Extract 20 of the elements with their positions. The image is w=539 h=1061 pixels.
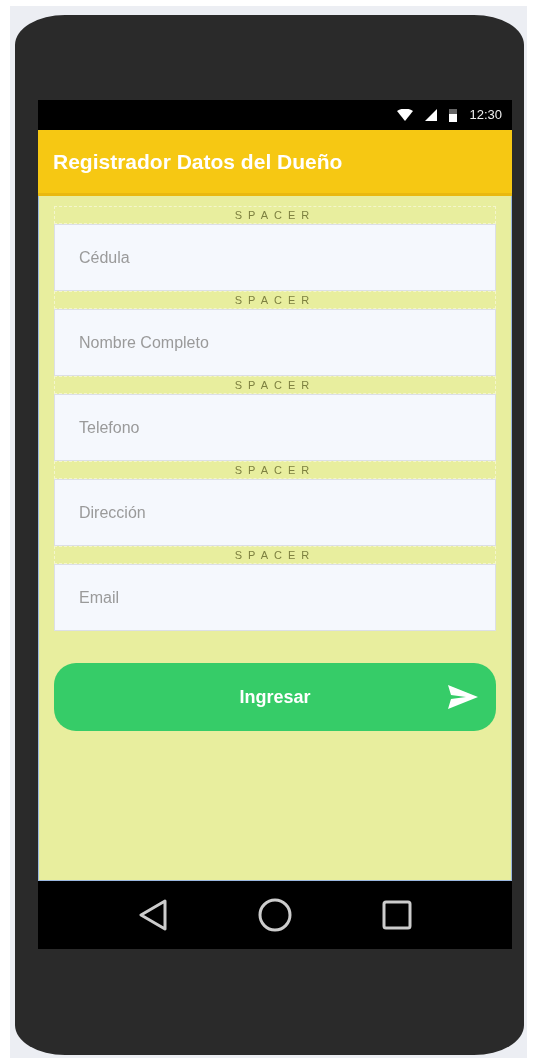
status-time: 12:30: [469, 106, 502, 125]
back-icon[interactable]: [138, 899, 168, 931]
input-field[interactable]: Email: [54, 564, 496, 631]
spacer-label: SPACER: [234, 464, 316, 476]
spacer-label: SPACER: [234, 209, 316, 221]
app-title: Registrador Datos del Dueño: [53, 148, 343, 175]
send-icon: [448, 685, 478, 709]
input-field[interactable]: Dirección: [54, 479, 496, 546]
signal-icon: [425, 109, 438, 121]
home-icon[interactable]: [258, 898, 292, 932]
input-field[interactable]: Nombre Completo: [54, 309, 496, 376]
spacer-label: SPACER: [234, 294, 316, 306]
spacer-label: SPACER: [234, 549, 316, 561]
submit-button[interactable]: Ingresar: [54, 663, 496, 731]
recents-icon[interactable]: [382, 900, 412, 930]
battery-icon: [449, 108, 458, 122]
spacer-label: SPACER: [234, 379, 316, 391]
input-field[interactable]: Telefono: [54, 394, 496, 461]
input-field[interactable]: Cédula: [54, 224, 496, 291]
wifi-icon: [397, 109, 414, 121]
